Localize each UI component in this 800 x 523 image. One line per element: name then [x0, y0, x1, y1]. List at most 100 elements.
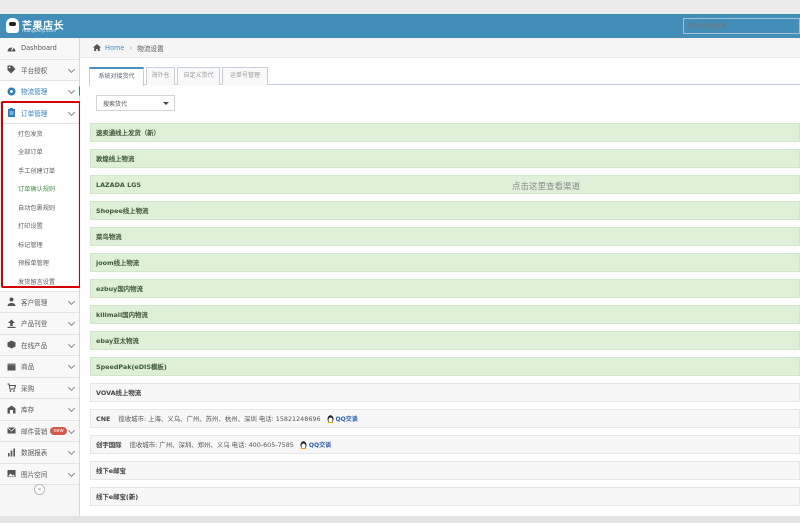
- mango-logo-icon: [6, 18, 19, 33]
- carrier-name: kilimall国内物流: [96, 311, 148, 319]
- help-search-input[interactable]: [683, 18, 800, 34]
- sidebar-item-label: 物流管理: [21, 88, 48, 97]
- tab-custom-forwarders[interactable]: 自定义货代: [177, 67, 220, 85]
- sidebar-item-logistics[interactable]: 物流管理: [0, 81, 84, 103]
- sidebar-item-reports[interactable]: 数据报表: [0, 442, 79, 464]
- carrier-name: 速卖通线上发货（新）: [96, 129, 160, 137]
- carrier-info: 揽收城市: 广州、深圳、郑州、义乌 电话: 400-605-7585: [129, 441, 294, 449]
- sidebar-item-label: 商品: [21, 363, 35, 372]
- sidebar-item-platform-auth[interactable]: 平台授权: [0, 59, 79, 81]
- sidebar-item-dashboard[interactable]: Dashboard: [0, 38, 79, 60]
- home-icon: [93, 44, 101, 51]
- carrier-row[interactable]: CNE 揽收城市: 上海、义乌、广州、苏州、杭州、深圳 电话: 15821248…: [90, 409, 800, 428]
- sidebar-item-purchase[interactable]: 采购: [0, 377, 79, 399]
- chevron-down-icon: [67, 426, 76, 434]
- sidebar-item-images[interactable]: 图片空间: [0, 463, 79, 485]
- carrier-name: 线下e邮宝: [96, 467, 126, 475]
- carrier-name: SpeedPak(eDIS模板): [96, 363, 167, 371]
- cart-icon: [7, 383, 17, 393]
- carrier-name: VOVA线上物流: [96, 389, 142, 397]
- carrier-row[interactable]: joom线上物流: [90, 253, 800, 272]
- users-icon: [7, 297, 16, 307]
- carrier-row[interactable]: Shopee线上物流: [90, 201, 800, 220]
- select-value: 搜索货代: [103, 101, 128, 108]
- carrier-row[interactable]: 线下e邮宝: [90, 461, 800, 480]
- chevron-down-icon: [67, 404, 76, 413]
- dashboard-icon: [7, 44, 16, 53]
- forwarder-search-select[interactable]: 搜索货代: [96, 95, 175, 111]
- chevron-down-icon: [67, 361, 76, 370]
- chevron-down-icon: [67, 383, 76, 391]
- caret-down-icon: [163, 102, 169, 105]
- breadcrumb-home-link[interactable]: Home: [105, 44, 124, 52]
- logistics-tabs: 系统对接货代 海外仓 自定义货代 运单号管理: [89, 65, 800, 86]
- sidebar-item-online-products[interactable]: 在线产品: [0, 334, 79, 356]
- tab-overseas-warehouse[interactable]: 海外仓: [146, 67, 175, 85]
- carrier-row[interactable]: VOVA线上物流: [90, 383, 800, 402]
- carrier-row[interactable]: 线下e邮宝(新): [90, 487, 800, 506]
- tab-tracking-number[interactable]: 运单号管理: [222, 67, 268, 85]
- carrier-row[interactable]: 敦煌线上物流: [90, 149, 800, 168]
- chevron-down-icon: [67, 318, 76, 327]
- chevron-down-icon: [67, 469, 76, 477]
- sidebar-item-product-listing[interactable]: 产品刊登: [0, 313, 79, 335]
- sidebar-item-label: 图片空间: [21, 470, 48, 479]
- logistics-icon: [7, 87, 16, 96]
- sidebar-item-label: 产品刊登: [21, 320, 48, 329]
- carrier-row[interactable]: SpeedPak(eDIS模板): [90, 357, 800, 376]
- carrier-name: LAZADA LGS: [96, 180, 141, 189]
- carrier-row[interactable]: ezbuy国内物流: [90, 279, 800, 298]
- qq-chat-link[interactable]: QQ交谈: [327, 414, 358, 423]
- chevron-down-icon: [67, 297, 76, 305]
- carrier-name: 创宇国际: [96, 441, 122, 449]
- sidebar-item-inventory[interactable]: 库存: [0, 399, 79, 421]
- carrier-row[interactable]: 创宇国际 揽收城市: 广州、深圳、郑州、义乌 电话: 400-605-7585 …: [90, 435, 800, 454]
- carrier-row[interactable]: kilimall国内物流: [90, 305, 800, 324]
- carrier-row[interactable]: ebay亚太物流: [90, 331, 800, 350]
- image-icon: [7, 469, 16, 478]
- top-navbar: 芒果店长 mangoerp.com: [0, 14, 800, 38]
- chevron-down-icon: [67, 340, 76, 348]
- sidebar-item-label: 数据报表: [21, 449, 48, 458]
- sidebar-item-email-marketing[interactable]: 邮件营销 new: [0, 420, 79, 442]
- sidebar-item-customers[interactable]: 客户管理: [0, 291, 79, 313]
- cube-icon: [7, 340, 16, 349]
- breadcrumb-current: 物流设置: [137, 44, 164, 53]
- carrier-row[interactable]: LAZADA LGS: [90, 175, 800, 194]
- view-channels-hint[interactable]: 点击这里查看渠道: [512, 180, 580, 192]
- chevron-down-icon: [67, 447, 76, 456]
- sidebar-item-label: 在线产品: [21, 341, 48, 350]
- warehouse-icon: [7, 405, 16, 414]
- qq-chat-label: QQ交谈: [335, 416, 358, 423]
- brand-logo[interactable]: 芒果店长 mangoerp.com: [6, 16, 66, 36]
- qq-chat-label: QQ交谈: [308, 442, 332, 449]
- box-icon: [7, 362, 16, 371]
- tab-system-forwarders[interactable]: 系统对接货代: [89, 67, 144, 86]
- breadcrumb-separator-icon: ›: [129, 43, 133, 52]
- new-badge: new: [50, 426, 67, 435]
- chevron-down-icon: [67, 65, 76, 73]
- main-content: Home › 物流设置 系统对接货代 海外仓 自定义货代 运单号管理 搜索货代 …: [80, 38, 800, 516]
- carrier-row[interactable]: 菜鸟物流: [90, 227, 800, 246]
- carrier-name: CNE: [96, 414, 111, 423]
- carrier-info: 揽收城市: 上海、义乌、广州、苏州、杭州、深圳 电话: 15821248696: [118, 415, 321, 423]
- carrier-name: 敦煌线上物流: [96, 155, 135, 163]
- carrier-name: joom线上物流: [96, 259, 140, 267]
- sidebar-item-label: 采购: [21, 384, 35, 393]
- tag-icon: [7, 65, 16, 74]
- sidebar-item-label: 库存: [21, 406, 35, 415]
- sidebar-item-label: 客户管理: [21, 298, 48, 307]
- upload-icon: [7, 319, 16, 328]
- window-bottom-strip: [0, 516, 800, 523]
- qq-chat-link[interactable]: QQ交谈: [300, 440, 331, 449]
- carrier-row[interactable]: 速卖通线上发货（新）: [90, 123, 800, 142]
- mail-icon: [7, 426, 16, 435]
- sidebar-item-goods[interactable]: 商品: [0, 356, 79, 378]
- sidebar-collapse-button[interactable]: «: [34, 484, 45, 495]
- chevron-down-icon: [67, 86, 76, 95]
- highlight-box: [1, 101, 81, 288]
- sidebar-item-label: Dashboard: [21, 44, 57, 53]
- carrier-name: ezbuy国内物流: [96, 285, 143, 293]
- window-top-strip: [0, 0, 800, 14]
- carrier-name: Shopee线上物流: [96, 207, 149, 215]
